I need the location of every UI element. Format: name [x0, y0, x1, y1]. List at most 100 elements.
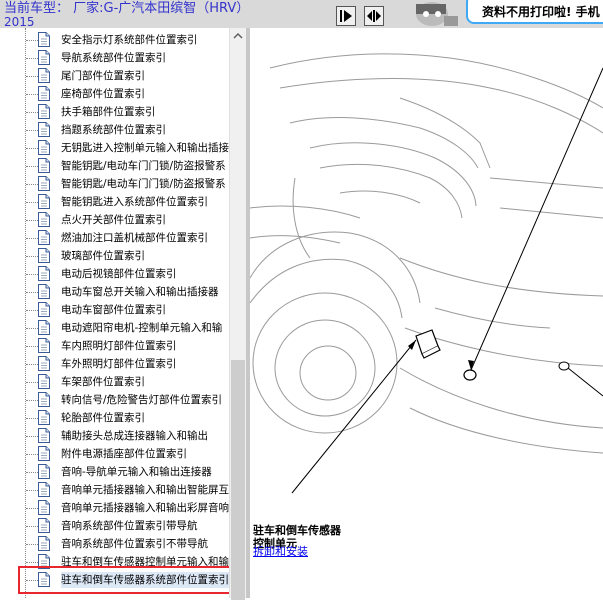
tree-item[interactable]: 音响单元插接器输入和输出智能屏互 [26, 481, 230, 499]
tree-item-label: 轮胎部件位置索引 [61, 412, 145, 424]
document-icon [38, 500, 50, 515]
document-icon [38, 140, 50, 155]
document-icon [38, 374, 50, 389]
tree-connector [26, 76, 38, 77]
tree-item[interactable]: 电动后视镜部件位置索引 [26, 265, 230, 283]
tree-connector [26, 490, 38, 491]
tree-connector [26, 130, 38, 131]
tree-connector [26, 364, 38, 365]
tree-item-label: 电动后视镜部件位置索引 [61, 268, 177, 280]
document-icon [38, 356, 50, 371]
promo-banner[interactable]: 资料不用打印啦! 手机 [466, 0, 603, 24]
tree-connector [26, 400, 38, 401]
tree-item-label: 智能钥匙进入系统部件位置索引 [61, 196, 208, 208]
tree-item-label: 智能钥匙/电动车门门锁/防盗报警系 [61, 160, 226, 172]
document-icon [38, 68, 50, 83]
tree-item[interactable]: 智能钥匙/电动车门门锁/防盗报警系 [26, 175, 230, 193]
tree-item[interactable]: 轮胎部件位置索引 [26, 409, 230, 427]
tree-item-label: 音响-导航单元输入和输出连接器 [61, 466, 212, 478]
tree-item[interactable]: 音响-导航单元输入和输出连接器 [26, 463, 230, 481]
vehicle-rear-diagram [250, 53, 603, 494]
tree-item-label: 玻璃部件位置索引 [61, 250, 145, 262]
tree-item-label: 无钥匙进入控制单元输入和输出插接 [61, 142, 229, 154]
tree-item[interactable]: 尾门部件位置索引 [26, 67, 230, 85]
tree-item-label: 音响单元插接器输入和输出智能屏互 [61, 484, 229, 496]
tree-item[interactable]: 安全指示灯系统部件位置索引 [26, 31, 230, 49]
tree-item[interactable]: 无钥匙进入控制单元输入和输出插接 [26, 139, 230, 157]
document-icon [38, 536, 50, 551]
current-car-year: 2015 [4, 15, 35, 29]
document-icon [38, 284, 50, 299]
document-icon [38, 212, 50, 227]
tree-item[interactable]: 智能钥匙进入系统部件位置索引 [26, 193, 230, 211]
tree-item[interactable]: 电动遮阳帘电机-控制单元输入和输 [26, 319, 230, 337]
tree-item-label: 车架部件位置索引 [61, 376, 145, 388]
tree-item[interactable]: 车外照明灯部件位置索引 [26, 355, 230, 373]
tree-connector [26, 562, 38, 563]
tree-item[interactable]: 车内照明灯部件位置索引 [26, 337, 230, 355]
tree-item[interactable]: 挡题系统部件位置索引 [26, 121, 230, 139]
document-icon [38, 266, 50, 281]
promo-banner-text: 资料不用打印啦! 手机 [482, 5, 600, 19]
tree-item[interactable]: 车架部件位置索引 [26, 373, 230, 391]
show-panel-button[interactable] [336, 6, 356, 26]
document-icon [38, 446, 50, 461]
tree-item[interactable]: 附件电源插座部件位置索引 [26, 445, 230, 463]
document-icon [38, 392, 50, 407]
document-icon [38, 176, 50, 191]
top-bar: 当前车型： 厂家:G-广汽本田缤智（HRV） 2015 资料不用打印啦! 手机 [0, 0, 603, 28]
tree-item-label: 转向信号/危险警告灯部件位置索引 [61, 394, 223, 406]
tree-item[interactable]: 辅助接头总成连接器输入和输出 [26, 427, 230, 445]
tree-connector [26, 202, 38, 203]
tree-scrollbar[interactable] [229, 28, 246, 600]
diagram-panel: 驻车和倒车传感器 控制单元 拆卸和安装 [250, 28, 603, 598]
tree-connector [26, 454, 38, 455]
tree-item[interactable]: 电动车窗总开关输入和输出插接器 [26, 283, 230, 301]
tree-connector [26, 436, 38, 437]
scroll-up-arrow-icon[interactable] [230, 28, 246, 45]
tree-item[interactable]: 音响系统部件位置索引带导航 [26, 517, 230, 535]
document-icon [38, 122, 50, 137]
tree-item-label: 导航系统部件位置索引 [61, 52, 166, 64]
tree-connector [26, 184, 38, 185]
document-icon [38, 50, 50, 65]
tree-item[interactable]: 转向信号/危险警告灯部件位置索引 [26, 391, 230, 409]
tree-item-label: 音响系统部件位置索引带导航 [61, 520, 198, 532]
callout-title-line1: 驻车和倒车传感器 [253, 524, 341, 537]
scrollbar-thumb[interactable] [231, 360, 245, 600]
tree-connector [26, 292, 38, 293]
tree-item[interactable]: 扶手箱部件位置索引 [26, 103, 230, 121]
tree-item-label: 电动车窗总开关输入和输出插接器 [61, 286, 219, 298]
remove-install-link[interactable]: 拆卸和安装 [253, 545, 308, 558]
tree-connector [26, 58, 38, 59]
document-icon [38, 428, 50, 443]
tree-item[interactable]: 座椅部件位置索引 [26, 85, 230, 103]
tree-item[interactable]: 点火开关部件位置索引 [26, 211, 230, 229]
tree-connector [26, 508, 38, 509]
document-icon [38, 230, 50, 245]
tree-item[interactable]: 电动车窗部件位置索引 [26, 301, 230, 319]
tree-item-label: 音响系统部件位置索引不带导航 [61, 538, 208, 550]
document-icon [38, 518, 50, 533]
document-icon [38, 338, 50, 353]
tree-item[interactable]: 智能钥匙/电动车门门锁/防盗报警系 [26, 157, 230, 175]
tree-item[interactable]: 燃油加注口盖机械部件位置索引 [26, 229, 230, 247]
tree-item[interactable]: 音响系统部件位置索引不带导航 [26, 535, 230, 553]
tree-connector [26, 112, 38, 113]
document-icon [38, 464, 50, 479]
tree-item-label: 电动遮阳帘电机-控制单元输入和输 [61, 322, 223, 334]
document-icon [38, 248, 50, 263]
tree-item[interactable]: 玻璃部件位置索引 [26, 247, 230, 265]
document-icon [38, 482, 50, 497]
tree-item-label: 安全指示灯系统部件位置索引 [61, 34, 198, 46]
expand-panel-button[interactable] [364, 6, 384, 26]
current-car-label: 当前车型： 厂家:G-广汽本田缤智（HRV） [4, 1, 250, 16]
tree-item-label: 燃油加注口盖机械部件位置索引 [61, 232, 208, 244]
tree-item-label: 座椅部件位置索引 [61, 88, 145, 100]
tree-item[interactable]: 音响单元插接器输入和输出彩屏音响 [26, 499, 230, 517]
tree-connector [26, 526, 38, 527]
document-icon [38, 104, 50, 119]
tree-item-label: 尾门部件位置索引 [61, 70, 145, 82]
tree-item-label: 附件电源插座部件位置索引 [61, 448, 187, 460]
tree-item[interactable]: 导航系统部件位置索引 [26, 49, 230, 67]
